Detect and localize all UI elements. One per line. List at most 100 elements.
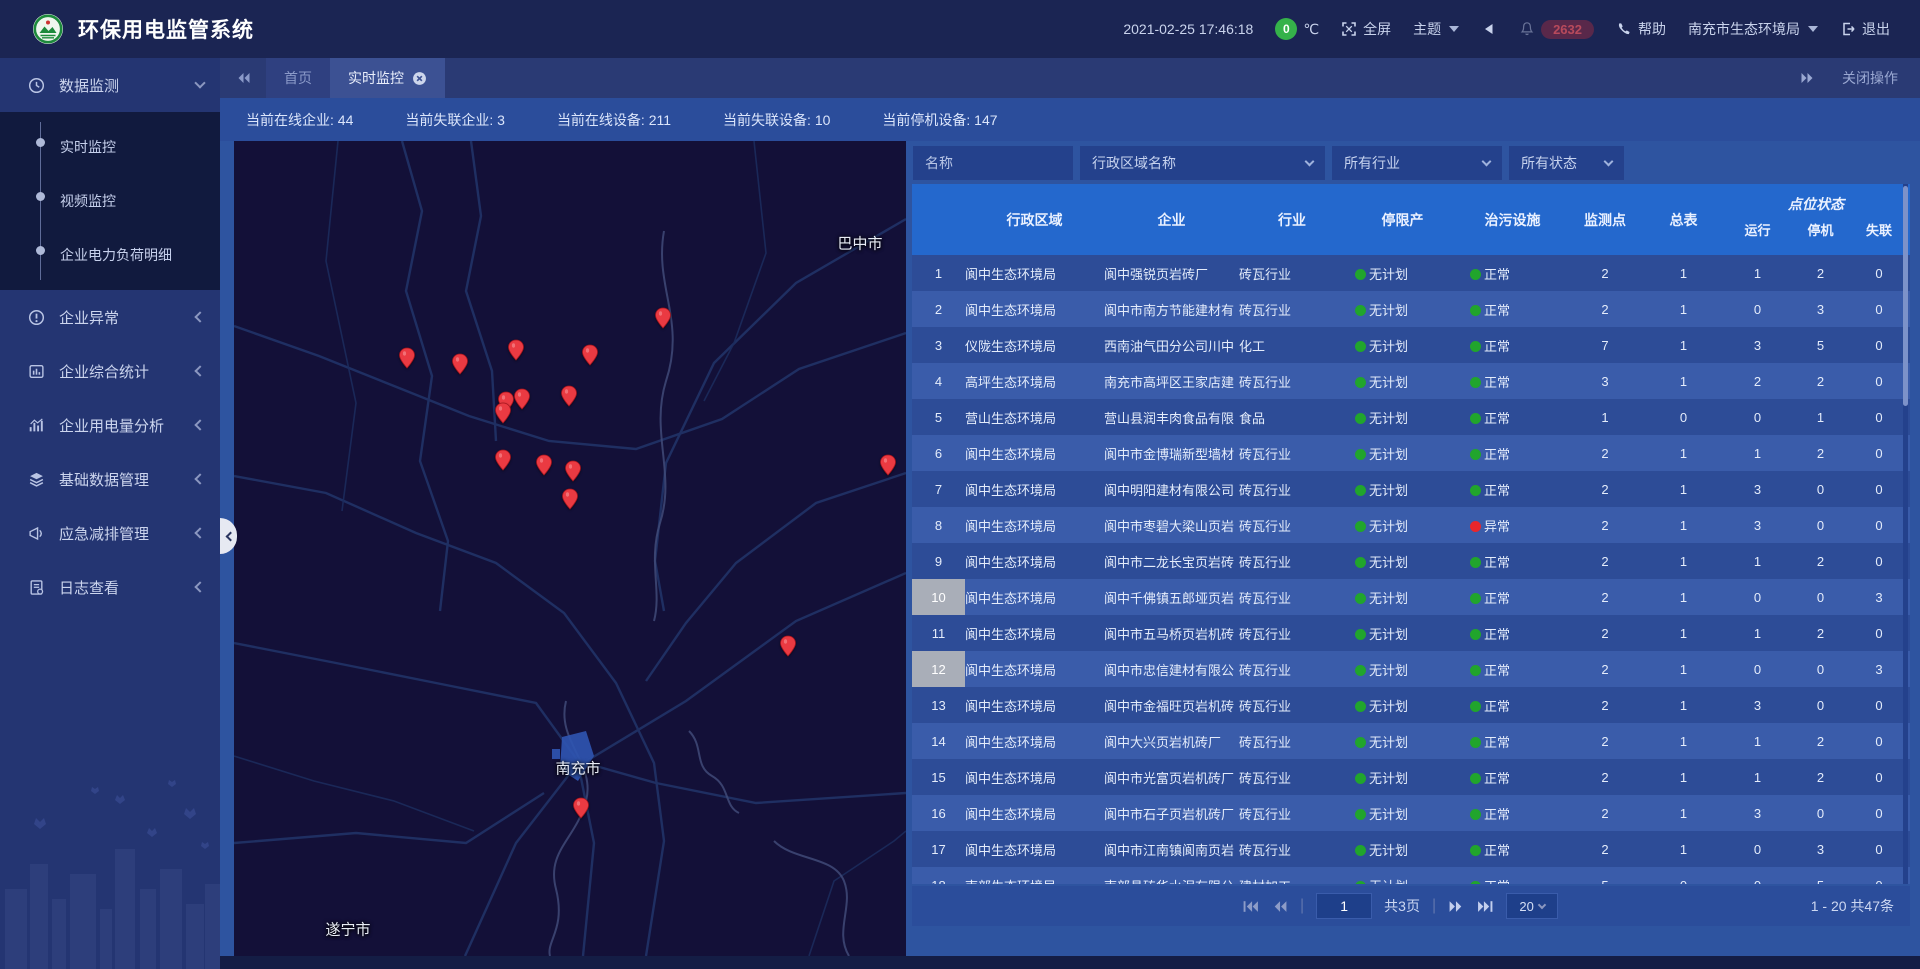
page-size-select[interactable]: 20 [1506,893,1558,919]
close-operations-button[interactable]: 关闭操作 [1842,68,1898,88]
sidebar-item-company-abnormal[interactable]: 企业异常 [0,290,220,344]
page-number-input[interactable] [1316,893,1372,919]
map-pin-icon[interactable] [448,352,472,376]
sidebar-subitem-企业电力负荷明细[interactable]: 企业电力负荷明细 [0,228,220,282]
map-pin-icon[interactable] [491,401,515,425]
cell-run: 1 [1722,770,1793,785]
status-dot-green-icon [1355,341,1366,352]
table-row[interactable]: 3仪陇生态环境局西南油气田分公司川中化工无计划正常71350 [912,327,1910,363]
table-scrollbar[interactable] [1903,184,1908,884]
prev-page-button[interactable] [1271,898,1288,915]
row-number: 5 [912,399,965,435]
table-row[interactable]: 15阆中生态环境局阆中市光富页岩机砖厂砖瓦行业无计划正常21120 [912,759,1910,795]
table-row[interactable]: 10阆中生态环境局阆中千佛镇五郎垭页岩砖瓦行业无计划正常21003 [912,579,1910,615]
status-dot-green-icon [1355,665,1366,676]
first-page-button[interactable] [1242,898,1259,915]
map-pin-icon[interactable] [651,306,675,330]
theme-dropdown[interactable]: 主题 [1413,19,1459,39]
table-row[interactable]: 12阆中生态环境局阆中市忠信建材有限公砖瓦行业无计划正常21003 [912,651,1910,687]
table-row[interactable]: 6阆中生态环境局阆中市金博瑞新型墙材砖瓦行业无计划正常21120 [912,435,1910,471]
cell-region: 阆中生态环境局 [965,588,1104,607]
sidebar-item-log-view[interactable]: 日志查看 [0,560,220,614]
cell-stop: 5 [1793,878,1848,885]
industry-filter-select[interactable]: 所有行业 [1332,146,1502,180]
map-pin-icon[interactable] [395,346,419,370]
map-pin-icon[interactable] [569,796,593,820]
table-row[interactable]: 13阆中生态环境局阆中市金福旺页岩机砖砖瓦行业无计划正常21300 [912,687,1910,723]
bell-icon [1519,21,1535,37]
status-dot-green-icon [1470,485,1481,496]
cell-points: 2 [1565,446,1645,461]
scrollbar-thumb[interactable] [1903,186,1908,406]
map-pin-icon[interactable] [532,453,556,477]
map-pin-icon[interactable] [491,448,515,472]
cell-lost: 0 [1848,626,1910,641]
cell-production: 无计划 [1345,480,1460,499]
col-run: 运行 [1722,216,1793,255]
table-row[interactable]: 2阆中生态环境局阆中市南方节能建材有砖瓦行业无计划正常21030 [912,291,1910,327]
table-row[interactable]: 1阆中生态环境局阆中强锐页岩砖厂砖瓦行业无计划正常21120 [912,255,1910,291]
table-row[interactable]: 18南部生态环境局南部县砖华水泥有限公建材加工无计划正常50050 [912,867,1910,884]
cell-facility: 正常 [1460,264,1565,283]
region-filter-select[interactable]: 行政区域名称 [1080,146,1325,180]
cell-region: 阆中生态环境局 [965,624,1104,643]
sidebar-subitem-实时监控[interactable]: 实时监控 [0,120,220,174]
map-pin-icon[interactable] [558,487,582,511]
cell-facility: 正常 [1460,552,1565,571]
cell-production: 无计划 [1345,804,1460,823]
status-dot-green-icon [1470,773,1481,784]
notifications-button[interactable]: 2632 [1519,20,1594,39]
tab-close-icon[interactable] [412,71,427,86]
status-filter-select[interactable]: 所有状态 [1509,146,1624,180]
table-row[interactable]: 4高坪生态环境局南充市高坪区王家店建砖瓦行业无计划正常31220 [912,363,1910,399]
col-facility: 治污设施 [1460,184,1565,255]
table-row[interactable]: 9阆中生态环境局阆中市二龙长宝页岩砖砖瓦行业无计划正常21120 [912,543,1910,579]
map-pin-icon[interactable] [578,343,602,367]
sidebar-item-company-statistics[interactable]: 企业综合统计 [0,344,220,398]
logout-button[interactable]: 退出 [1840,19,1890,39]
next-page-button[interactable] [1448,898,1465,915]
sidebar-subitem-label: 视频监控 [60,191,116,211]
sound-toggle[interactable] [1481,21,1497,37]
sidebar-item-emergency-reduction[interactable]: 应急减排管理 [0,506,220,560]
double-chevron-right-icon[interactable] [1800,70,1816,86]
table-row[interactable]: 5营山生态环境局营山县润丰肉食品有限食品无计划正常10010 [912,399,1910,435]
cell-industry: 砖瓦行业 [1239,372,1345,391]
cell-stop: 2 [1793,554,1848,569]
table-row[interactable]: 14阆中生态环境局阆中大兴页岩机砖厂砖瓦行业无计划正常21120 [912,723,1910,759]
cell-industry: 砖瓦行业 [1239,696,1345,715]
table-row[interactable]: 16阆中生态环境局阆中市石子页岩机砖厂砖瓦行业无计划正常21300 [912,795,1910,831]
cell-points: 2 [1565,806,1645,821]
map-pin-icon[interactable] [776,634,800,658]
table-row[interactable]: 17阆中生态环境局阆中市江南镇阆南页岩砖瓦行业无计划正常21030 [912,831,1910,867]
row-number: 2 [912,291,965,327]
table-row[interactable]: 7阆中生态环境局阆中明阳建材有限公司砖瓦行业无计划正常21300 [912,471,1910,507]
cell-production: 无计划 [1345,840,1460,859]
table-row[interactable]: 8阆中生态环境局阆中市枣碧大梁山页岩砖瓦行业无计划异常21300 [912,507,1910,543]
cell-company: 阆中市金福旺页岩机砖 [1104,696,1239,715]
cell-meter: 1 [1645,302,1722,317]
cell-industry: 砖瓦行业 [1239,300,1345,319]
map-pin-icon[interactable] [504,338,528,362]
map-pin-icon[interactable] [561,459,585,483]
org-dropdown[interactable]: 南充市生态环境局 [1688,19,1818,39]
help-button[interactable]: 帮助 [1616,19,1666,39]
cell-region: 仪陇生态环境局 [965,336,1104,355]
sidebar-item-data-monitor[interactable]: 数据监测 [0,58,220,112]
sidebar-item-base-data[interactable]: 基础数据管理 [0,452,220,506]
sidebar-subitem-视频监控[interactable]: 视频监控 [0,174,220,228]
tab-scroll-left-button[interactable] [220,58,266,98]
cell-lost: 3 [1848,590,1910,605]
map-panel[interactable]: 巴中市南充市遂宁市 [234,141,906,956]
table-row[interactable]: 11阆中生态环境局阆中市五马桥页岩机砖砖瓦行业无计划正常21120 [912,615,1910,651]
cell-stop: 2 [1793,626,1848,641]
tab-realtime-monitor[interactable]: 实时监控 [330,58,445,98]
cell-production: 无计划 [1345,336,1460,355]
map-pin-icon[interactable] [876,453,900,477]
tab-home[interactable]: 首页 [266,58,330,98]
map-pin-icon[interactable] [557,384,581,408]
name-filter-input[interactable] [913,146,1073,180]
fullscreen-button[interactable]: 全屏 [1341,19,1391,39]
last-page-button[interactable] [1477,898,1494,915]
sidebar-item-power-analysis[interactable]: 企业用电量分析 [0,398,220,452]
